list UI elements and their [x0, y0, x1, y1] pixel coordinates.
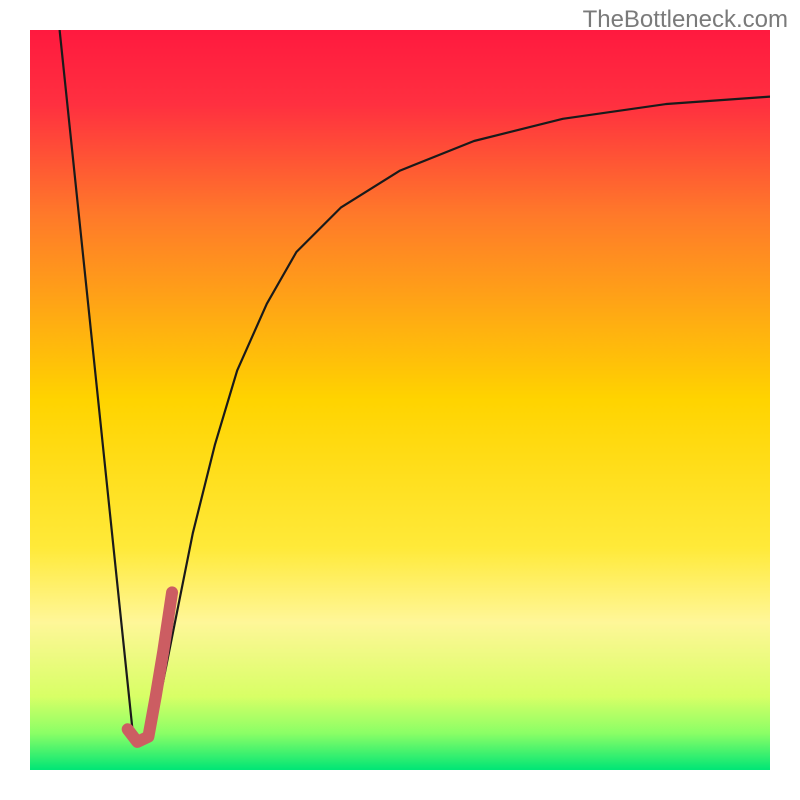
bottleneck-chart: TheBottleneck.com — [0, 0, 800, 800]
curves-layer — [30, 30, 770, 770]
series-left-line — [60, 30, 134, 740]
series-right-curve — [148, 97, 770, 741]
watermark-text: TheBottleneck.com — [583, 6, 788, 34]
series-marker-hook — [128, 592, 172, 741]
